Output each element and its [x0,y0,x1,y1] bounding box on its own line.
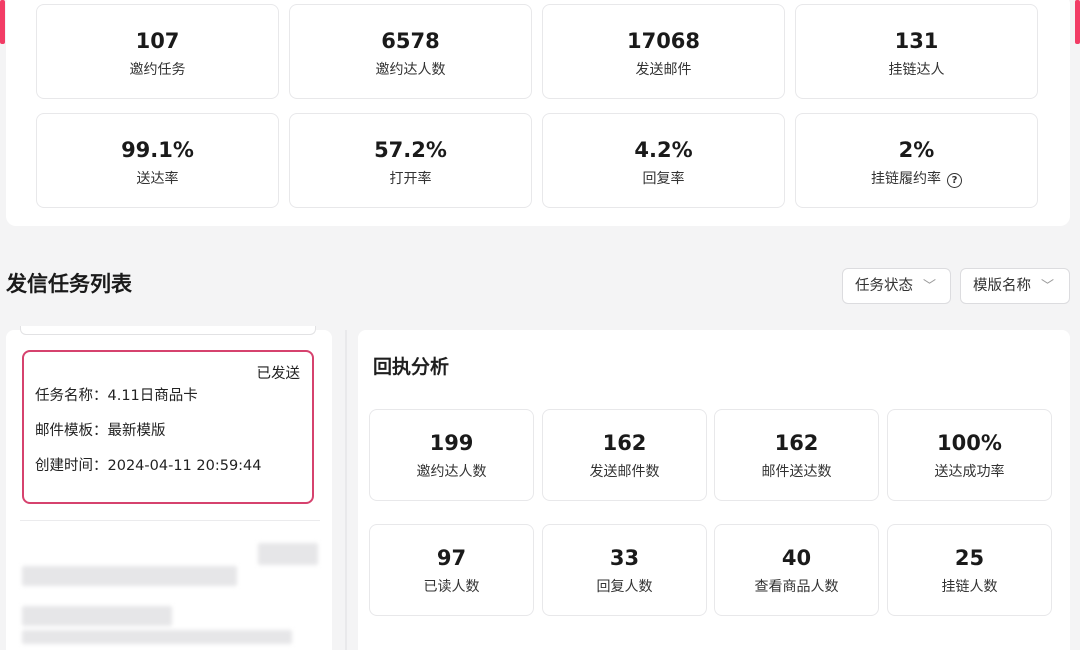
stat-card-linked-creators: 131 挂链达人 [795,4,1038,99]
metric-label: 送达成功率 [934,464,1005,480]
chevron-down-icon: ﹀ [923,279,937,294]
metric-card-read: 97 已读人数 [369,524,534,616]
filter-template-name[interactable]: 模版名称 ﹀ [960,268,1070,304]
task-created-row: 创建时间：2024-04-11 20:59:44 [35,454,262,475]
stat-value: 107 [135,29,180,53]
accent-bar-right [1075,0,1080,44]
metric-card-invited: 199 邀约达人数 [369,409,534,501]
rate-label-wrap: 挂链履约率? [796,168,1037,188]
section-title: 发信任务列表 [6,272,132,296]
metric-value: 100% [937,431,1002,455]
rate-label: 打开率 [389,171,432,187]
rate-value: 4.2% [634,138,693,162]
list-divider [20,520,320,521]
task-created-value: 2024-04-11 20:59:44 [107,458,262,474]
rate-value: 99.1% [121,138,194,162]
metric-card-linked: 25 挂链人数 [887,524,1052,616]
rate-card-link-fulfillment: 2% 挂链履约率? [795,113,1038,208]
analysis-title: 回执分析 [373,356,450,378]
stat-label: 邀约达人数 [375,62,446,78]
rate-label: 送达率 [136,171,179,187]
metric-value: 97 [436,546,467,570]
question-circle-icon[interactable]: ? [947,173,962,188]
rate-label: 回复率 [642,171,685,187]
task-created-label: 创建时间： [35,458,108,474]
metric-value: 162 [774,431,819,455]
filter-label: 任务状态 [855,278,913,294]
task-card-selected[interactable]: 已发送 任务名称：4.11日商品卡 邮件模板：最新模版 创建时间：2024-04… [22,350,314,504]
stat-label: 发送邮件 [635,62,692,78]
stat-value: 6578 [381,29,440,53]
rate-card-open: 57.2% 打开率 [289,113,532,208]
blurred-task-line [22,630,292,644]
task-template-value: 最新模版 [107,423,166,439]
rate-value: 2% [898,138,935,162]
filter-label: 模版名称 [973,278,1031,294]
accent-bar-left [0,0,5,44]
blurred-task-line [22,606,172,626]
task-status-badge: 已发送 [256,366,301,382]
metric-value: 199 [429,431,474,455]
stat-value: 17068 [626,29,701,53]
metric-label: 邮件送达数 [761,464,832,480]
list-scrollbar[interactable] [345,330,347,650]
metric-card-viewed-product: 40 查看商品人数 [714,524,879,616]
stat-label: 挂链达人 [888,62,945,78]
metric-value: 25 [954,546,985,570]
stat-card-invited-creators: 6578 邀约达人数 [289,4,532,99]
metric-label: 发送邮件数 [589,464,660,480]
stat-value: 131 [894,29,939,53]
task-template-row: 邮件模板：最新模版 [35,419,166,440]
stat-label: 邀约任务 [129,62,186,78]
metric-label: 邀约达人数 [416,464,487,480]
task-name-label: 任务名称： [35,388,108,404]
metric-label: 查看商品人数 [754,579,839,595]
rate-value: 57.2% [374,138,447,162]
metric-value: 162 [602,431,647,455]
metric-card-delivery-rate: 100% 送达成功率 [887,409,1052,501]
filter-task-status[interactable]: 任务状态 ﹀ [842,268,951,304]
task-name-row: 任务名称：4.11日商品卡 [35,384,198,405]
rate-card-delivery: 99.1% 送达率 [36,113,279,208]
blurred-status [258,543,318,565]
rate-card-reply: 4.2% 回复率 [542,113,785,208]
blurred-task-line [22,566,237,586]
rate-label: 挂链履约率 [871,171,941,187]
metric-card-replied: 33 回复人数 [542,524,707,616]
metric-label: 已读人数 [423,579,480,595]
task-template-label: 邮件模板： [35,423,108,439]
metric-card-delivered: 162 邮件送达数 [714,409,879,501]
metric-label: 回复人数 [596,579,653,595]
stat-card-emails-sent: 17068 发送邮件 [542,4,785,99]
metric-card-sent: 162 发送邮件数 [542,409,707,501]
metric-value: 33 [609,546,640,570]
task-name-value: 4.11日商品卡 [107,388,198,404]
metric-value: 40 [781,546,812,570]
stat-card-invite-tasks: 107 邀约任务 [36,4,279,99]
chevron-down-icon: ﹀ [1041,279,1055,294]
metric-label: 挂链人数 [941,579,998,595]
list-item-previous[interactable] [20,326,316,335]
